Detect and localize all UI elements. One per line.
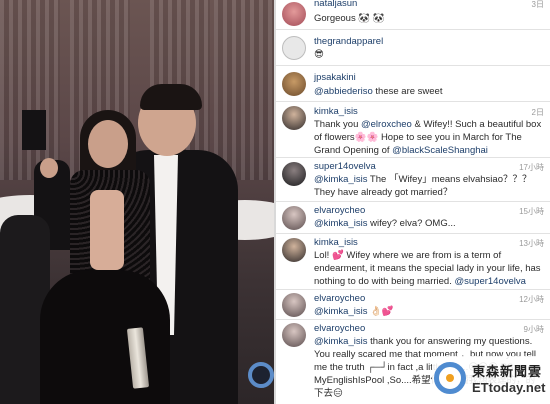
avatar[interactable]: [282, 238, 306, 262]
party-photo: [0, 0, 274, 404]
comment-item: thegrandapparel 😎: [276, 30, 550, 66]
avatar[interactable]: [282, 323, 306, 347]
avatar[interactable]: [282, 106, 306, 130]
comment-text: Gorgeous 🐼 🐼: [314, 13, 385, 24]
mention-link[interactable]: @kimka_isis: [314, 306, 367, 317]
comment-time: 9小時: [523, 325, 544, 334]
mention-link[interactable]: @blackScaleShanghai: [392, 145, 488, 156]
comment-username[interactable]: thegrandapparel: [314, 36, 383, 47]
avatar[interactable]: [282, 36, 306, 60]
mention-link[interactable]: @kimka_isis: [314, 218, 367, 229]
mention-link[interactable]: @kimka_isis: [314, 174, 367, 185]
avatar[interactable]: [282, 293, 306, 317]
comment-username[interactable]: elvaroycheo: [314, 293, 365, 304]
ettoday-watermark: 東森新聞雲 ETtoday.net: [432, 356, 548, 400]
avatar[interactable]: [282, 2, 306, 26]
comment-text-rest: 👌🏻💕: [367, 306, 394, 317]
comment-text: @kimka_isis wifey? elva? OMG...: [314, 217, 542, 230]
comment-username[interactable]: elvaroycheo: [314, 323, 365, 334]
comment-item: super14ovelva 17小時 @kimka_isis The 「Wife…: [276, 158, 550, 202]
mention-link[interactable]: @kimka_isis: [314, 336, 367, 347]
comment-text-rest: wifey? elva? OMG...: [367, 218, 456, 229]
mention-link[interactable]: @elroxcheo: [361, 119, 412, 130]
comment-text-rest: these are sweet: [372, 86, 443, 97]
avatar[interactable]: [282, 72, 306, 96]
comment-username[interactable]: kimka_isis: [314, 237, 358, 248]
comment-time: 12小時: [519, 295, 544, 304]
comment-item: elvaroycheo 15小時 @kimka_isis wifey? elva…: [276, 202, 550, 234]
woman-head: [88, 120, 128, 168]
comment-time: 2日: [531, 108, 544, 117]
comment-item: kimka_isis 13小時 Lol! 💕 Wifey where we ar…: [276, 234, 550, 290]
avatar[interactable]: [282, 162, 306, 186]
comment-text: @abbiederiso these are sweet: [314, 85, 542, 98]
watermark-cn: 東森新聞雲: [472, 364, 543, 379]
woman-skirt: [40, 270, 170, 404]
comment-username[interactable]: super14ovelva: [314, 161, 376, 172]
guest-figure: [22, 110, 46, 150]
comment-username[interactable]: jpsakakini: [314, 72, 356, 83]
ettoday-logo-icon: [434, 362, 466, 394]
comment-text: @kimka_isis The 「Wifey」means elvahsiao？？…: [314, 173, 542, 199]
woman-back: [90, 190, 124, 270]
guest-head: [40, 158, 58, 178]
comment-item: jpsakakini @abbiederiso these are sweet: [276, 66, 550, 102]
comment-item: kimka_isis 2日 Thank you @elroxcheo & Wif…: [276, 102, 550, 158]
comment-text: 😎: [314, 49, 324, 60]
comment-time: 3日: [531, 0, 544, 9]
curtain: [0, 0, 60, 180]
comment-username[interactable]: elvaroycheo: [314, 205, 365, 216]
avatar[interactable]: [282, 206, 306, 230]
comment-text: @kimka_isis 👌🏻💕: [314, 305, 542, 318]
mention-link[interactable]: @abbiederiso: [314, 86, 373, 97]
comment-item: nataljasun 3日 Gorgeous 🐼 🐼: [276, 0, 550, 30]
comment-time: 13小時: [519, 239, 544, 248]
mention-link[interactable]: @super14ovelva: [454, 276, 525, 287]
watermark-en: ETtoday.net: [472, 380, 546, 395]
comment-item: elvaroycheo 12小時 @kimka_isis 👌🏻💕: [276, 290, 550, 320]
comment-text: Thank you @elroxcheo & Wifey!! Such a be…: [314, 118, 542, 157]
comment-feed[interactable]: nataljasun 3日 Gorgeous 🐼 🐼 thegrandappar…: [276, 0, 550, 404]
curtain: [214, 0, 274, 180]
comment-text: Lol! 💕 Wifey where we are from is a term…: [314, 249, 542, 288]
comment-time: 15小時: [519, 207, 544, 216]
watermark-circle: [248, 362, 274, 388]
comment-time: 17小時: [519, 163, 544, 172]
man-hair: [140, 84, 202, 110]
comment-username[interactable]: kimka_isis: [314, 106, 358, 117]
comment-text-a: Thank you: [314, 119, 361, 130]
comment-username[interactable]: nataljasun: [314, 0, 357, 9]
